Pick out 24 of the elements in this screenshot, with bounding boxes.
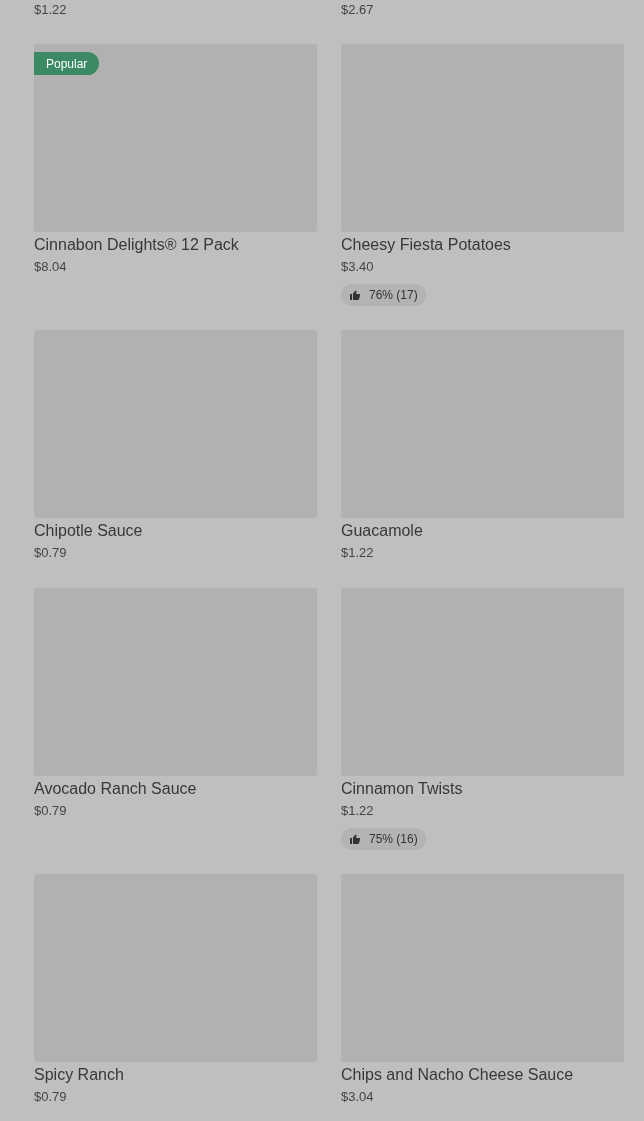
image-placeholder[interactable]: Popular — [34, 44, 317, 232]
item-price: $8.04 — [34, 258, 67, 277]
item-price: $1.22 — [34, 1, 67, 20]
item-name[interactable]: Cinnabon Delights® 12 Pack — [34, 233, 239, 257]
item-name[interactable]: Cinnamon Twists — [341, 777, 463, 801]
rating-text: 75% (16) — [369, 831, 418, 848]
rating-text: 76% (17) — [369, 287, 418, 304]
item-price: $1.22 — [341, 802, 374, 821]
thumbs-up-icon — [349, 833, 361, 845]
item-name[interactable]: Spicy Ranch — [34, 1063, 124, 1087]
item-price: $0.79 — [34, 544, 67, 563]
item-price: $0.79 — [34, 1088, 67, 1107]
item-name[interactable]: Chips and Nacho Cheese Sauce — [341, 1063, 574, 1087]
item-price: $0.79 — [34, 802, 67, 821]
thumbs-up-icon — [349, 289, 361, 301]
item-name[interactable]: Guacamole — [341, 519, 423, 543]
item-name[interactable]: Chipotle Sauce — [34, 519, 143, 543]
item-price: $3.40 — [341, 258, 374, 277]
item-price: $3.04 — [341, 1088, 374, 1107]
item-name[interactable]: Cheesy Fiesta Potatoes — [341, 233, 511, 257]
item-name[interactable]: Avocado Ranch Sauce — [34, 777, 197, 801]
item-price: $2.67 — [341, 1, 374, 20]
item-price: $1.22 — [341, 544, 374, 563]
popular-badge: Popular — [34, 52, 100, 75]
